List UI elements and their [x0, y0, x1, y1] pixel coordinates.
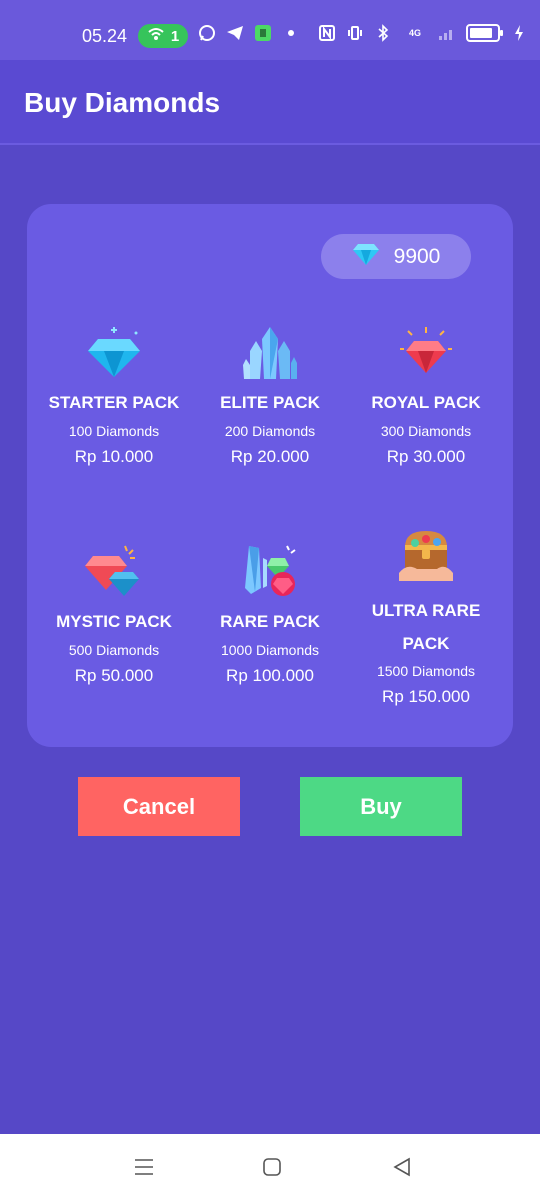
bluetooth-icon: [374, 24, 392, 42]
pack-name: RARE PACK: [220, 612, 320, 631]
signal-4g-icon: 4G: [402, 24, 428, 42]
status-time: 05.24: [82, 26, 128, 46]
blue-diamond-icon: [86, 325, 142, 386]
pack-price: Rp 20.000: [230, 447, 310, 466]
pack-ultra-rare[interactable]: ULTRA RARE PACK 1500 Diamonds Rp 150.000: [345, 526, 507, 707]
hotspot-indicator: 1: [138, 24, 188, 48]
pack-price: Rp 10.000: [74, 447, 154, 466]
pack-amount: 1000 Diamonds: [220, 642, 320, 658]
pack-name: STARTER PACK: [48, 393, 180, 412]
more-notifications-dot: [282, 24, 300, 42]
diamond-icon: [352, 242, 380, 272]
back-icon[interactable]: [389, 1154, 415, 1180]
balance-value: 9900: [393, 244, 441, 268]
pack-price: Rp 150.000: [382, 687, 470, 706]
pack-amount: 1500 Diamonds: [376, 663, 476, 679]
pack-royal[interactable]: ROYAL PACK 300 Diamonds Rp 30.000: [345, 324, 507, 467]
network-type-label: 4G: [408, 28, 421, 38]
hotspot-icon: [147, 26, 165, 46]
app-header: Buy Diamonds: [0, 60, 540, 145]
vibrate-icon: [346, 24, 364, 42]
telegram-icon: [226, 24, 244, 42]
crystal-cluster-icon: [242, 325, 298, 386]
twin-gems-icon: [85, 544, 143, 605]
whatsapp-icon: [198, 24, 216, 42]
charging-icon: [510, 24, 528, 42]
menu-icon[interactable]: [131, 1154, 157, 1180]
pack-mystic[interactable]: MYSTIC PACK 500 Diamonds Rp 50.000: [33, 543, 195, 686]
pack-price: Rp 30.000: [386, 447, 466, 466]
pack-amount: 300 Diamonds: [380, 423, 472, 439]
signal-strength-icon: [438, 24, 456, 42]
cancel-button[interactable]: Cancel: [78, 777, 240, 836]
battery-icon: [466, 24, 503, 42]
pack-amount: 100 Diamonds: [68, 423, 160, 439]
page-title: Buy Diamonds: [24, 87, 221, 118]
hotspot-count: 1: [170, 27, 180, 45]
pack-name: ULTRA RARE PACK: [371, 601, 481, 653]
pack-name: MYSTIC PACK: [56, 612, 172, 631]
pack-amount: 500 Diamonds: [68, 642, 160, 658]
pack-name: ELITE PACK: [220, 393, 320, 412]
status-bar: 05.24 1 4G: [0, 0, 540, 60]
diamond-packs-card: 9900 STARTER PACK 100 Diamonds Rp 10.000: [27, 204, 513, 747]
pack-elite[interactable]: ELITE PACK 200 Diamonds Rp 20.000: [189, 324, 351, 467]
pack-name: ROYAL PACK: [371, 393, 481, 412]
pack-rare[interactable]: RARE PACK 1000 Diamonds Rp 100.000: [189, 543, 351, 686]
crystal-gems-icon: [241, 544, 299, 605]
nfc-icon: [318, 24, 336, 42]
pack-amount: 200 Diamonds: [224, 423, 316, 439]
pack-price: Rp 50.000: [74, 666, 154, 685]
pack-starter[interactable]: STARTER PACK 100 Diamonds Rp 10.000: [33, 324, 195, 467]
pack-price: Rp 100.000: [226, 666, 314, 685]
buy-button[interactable]: Buy: [300, 777, 462, 836]
treasure-chest-icon: [397, 527, 455, 588]
app-notification-icon: [254, 24, 272, 42]
red-diamond-icon: [398, 325, 454, 386]
diamond-balance: 9900: [321, 234, 471, 279]
system-nav-bar: [0, 1134, 540, 1200]
home-icon[interactable]: [259, 1154, 285, 1180]
